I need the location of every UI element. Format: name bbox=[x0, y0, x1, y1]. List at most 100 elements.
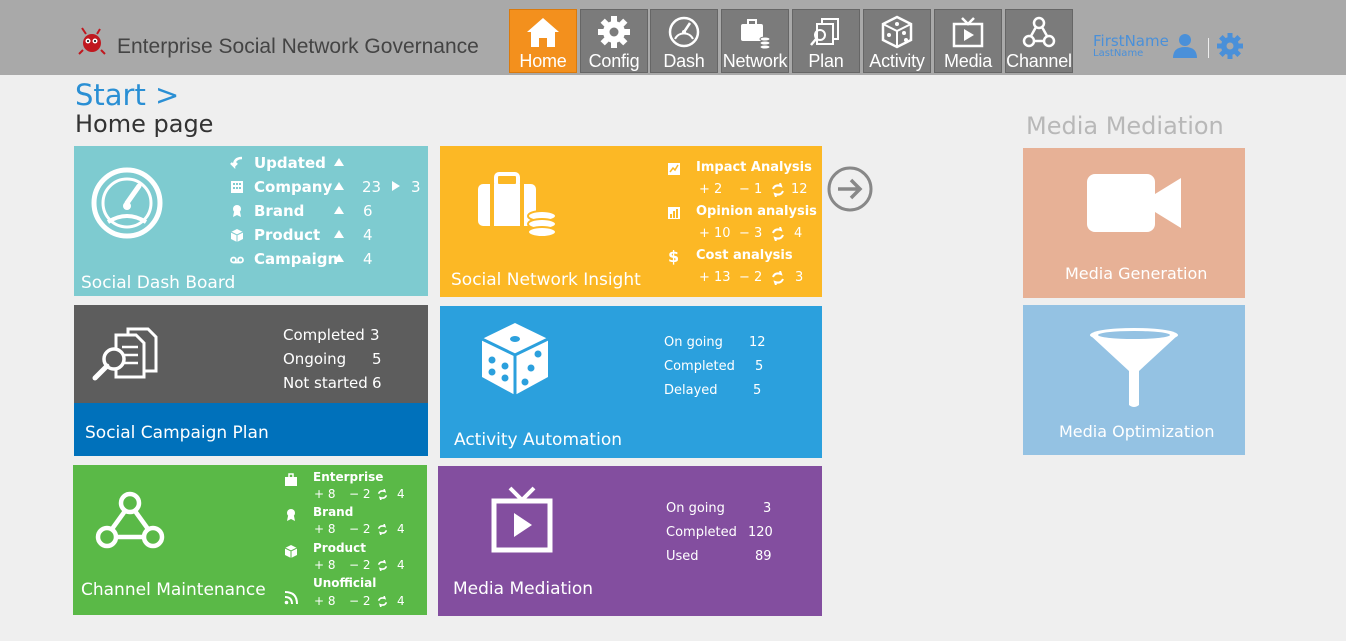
nav-tab-activity[interactable]: Activity bbox=[863, 9, 931, 73]
tile-media-generation[interactable]: Media Generation bbox=[1023, 148, 1245, 298]
bar-chart-icon bbox=[668, 207, 680, 219]
tile-title: Social Campaign Plan bbox=[85, 423, 269, 443]
right-triangle-icon bbox=[392, 181, 400, 191]
section-header-media-mediation: Media Mediation bbox=[1026, 112, 1224, 140]
up-triangle-icon bbox=[334, 230, 344, 238]
channel-product-label: Product bbox=[313, 541, 366, 555]
dice-icon bbox=[881, 15, 913, 49]
settings-gear-icon[interactable] bbox=[1216, 32, 1244, 60]
activity-delayed-value: 5 bbox=[753, 383, 762, 398]
impact-refresh: 12 bbox=[791, 182, 808, 197]
mediation-used-label: Used bbox=[666, 549, 699, 564]
funnel-icon bbox=[1090, 328, 1178, 407]
dash-brand-value: 6 bbox=[363, 202, 373, 220]
channel-product-minus: − 2 bbox=[349, 558, 371, 572]
tile-media-mediation[interactable]: On going 3 Completed 120 Used 89 Media M… bbox=[438, 466, 822, 616]
refresh-icon bbox=[772, 227, 784, 241]
dash-updated-label: Updated bbox=[254, 154, 326, 172]
network-nodes-icon bbox=[95, 491, 165, 549]
activity-ongoing-label: On going bbox=[664, 335, 723, 350]
tv-play-icon bbox=[952, 17, 984, 48]
briefcase-coins-icon bbox=[478, 172, 557, 238]
channel-unofficial-minus: − 2 bbox=[349, 594, 371, 608]
return-arrow-icon bbox=[230, 156, 243, 170]
award-ribbon-icon bbox=[287, 509, 295, 521]
video-camera-icon bbox=[1087, 174, 1181, 232]
documents-search-icon bbox=[92, 327, 158, 381]
tile-activity-automation[interactable]: On going 12 Completed 5 Delayed 5 Activi… bbox=[440, 306, 822, 458]
gear-icon bbox=[598, 16, 630, 48]
channel-brand-refresh: 4 bbox=[397, 522, 405, 536]
tile-media-optimization[interactable]: Media Optimization bbox=[1023, 305, 1245, 455]
opinion-plus: + 10 bbox=[699, 226, 731, 241]
dash-company-value-b: 3 bbox=[411, 178, 421, 196]
award-ribbon-icon bbox=[233, 205, 241, 217]
tile-title: Media Mediation bbox=[453, 579, 594, 599]
nav-tab-config[interactable]: Config bbox=[580, 9, 648, 73]
up-triangle-icon bbox=[334, 182, 344, 190]
mediation-used-value: 89 bbox=[755, 549, 772, 564]
channel-product-plus: + 8 bbox=[314, 558, 336, 572]
tile-title: Media Optimization bbox=[1059, 422, 1215, 441]
opinion-analysis-label: Opinion analysis bbox=[696, 204, 817, 219]
documents-search-icon bbox=[810, 18, 839, 46]
rss-icon bbox=[284, 591, 298, 605]
next-arrow-icon[interactable] bbox=[826, 165, 874, 213]
plan-notstarted-value: 6 bbox=[372, 374, 382, 392]
channel-unofficial-label: Unofficial bbox=[313, 576, 377, 590]
tile-social-network-insight[interactable]: Impact Analysis + 2 − 1 12 Opinion analy… bbox=[440, 146, 822, 297]
tile-title: Channel Maintenance bbox=[81, 580, 266, 600]
plan-completed-label: Completed bbox=[283, 326, 365, 344]
dash-company-value: 23 bbox=[362, 178, 382, 196]
impact-minus: − 1 bbox=[739, 182, 763, 197]
tv-play-icon bbox=[491, 486, 553, 553]
home-icon bbox=[527, 18, 559, 47]
channel-enterprise-plus: + 8 bbox=[314, 487, 336, 501]
box-icon bbox=[230, 229, 244, 242]
breadcrumb-start-link[interactable]: Start > bbox=[75, 78, 179, 112]
tile-social-dash-board[interactable]: Updated Company 23 3 Brand 6 Product 4 C… bbox=[74, 146, 428, 296]
nav-tab-label: Plan bbox=[808, 51, 844, 71]
refresh-icon bbox=[377, 489, 388, 500]
mediation-ongoing-value: 3 bbox=[763, 501, 772, 516]
nav-tab-media[interactable]: Media bbox=[934, 9, 1002, 73]
up-triangle-icon bbox=[334, 254, 344, 262]
channel-enterprise-minus: − 2 bbox=[349, 487, 371, 501]
activity-completed-label: Completed bbox=[664, 359, 735, 374]
nav-tab-network[interactable]: Network bbox=[721, 9, 789, 73]
tile-social-campaign-plan[interactable]: Completed 3 Ongoing 5 Not started 6 Soci… bbox=[74, 305, 428, 456]
nav-tab-home[interactable]: Home bbox=[509, 9, 577, 73]
box-icon bbox=[284, 545, 298, 558]
nav-tab-label: Home bbox=[519, 51, 567, 71]
impact-plus: + 2 bbox=[699, 182, 723, 197]
plan-ongoing-label: Ongoing bbox=[283, 350, 347, 368]
plan-ongoing-value: 5 bbox=[372, 350, 382, 368]
nav-tab-channel[interactable]: Channel bbox=[1005, 9, 1073, 73]
plan-completed-value: 3 bbox=[370, 326, 380, 344]
cost-plus: + 13 bbox=[699, 270, 731, 285]
briefcase-coins-icon bbox=[741, 19, 771, 49]
dollar-icon: $ bbox=[668, 247, 680, 266]
line-chart-icon bbox=[668, 163, 680, 175]
tile-title: Social Dash Board bbox=[81, 273, 236, 293]
nav-tab-dash[interactable]: Dash bbox=[650, 9, 718, 73]
dash-product-value: 4 bbox=[363, 226, 373, 244]
voicemail-icon bbox=[230, 256, 244, 264]
up-triangle-icon bbox=[334, 206, 344, 214]
opinion-refresh: 4 bbox=[794, 226, 803, 241]
refresh-icon bbox=[377, 560, 388, 571]
tile-channel-maintenance[interactable]: Enterprise + 8 − 2 4 Brand + 8 − 2 4 Pro… bbox=[73, 465, 427, 615]
dash-product-label: Product bbox=[254, 226, 321, 244]
user-last-name[interactable]: LastName bbox=[1093, 48, 1143, 59]
user-icon[interactable] bbox=[1172, 32, 1198, 58]
activity-delayed-label: Delayed bbox=[664, 383, 718, 398]
channel-enterprise-label: Enterprise bbox=[313, 470, 384, 484]
nav-tab-plan[interactable]: Plan bbox=[792, 9, 860, 73]
channel-brand-label: Brand bbox=[313, 505, 354, 519]
impact-analysis-label: Impact Analysis bbox=[696, 160, 812, 175]
tile-title: Activity Automation bbox=[454, 430, 622, 450]
up-triangle-icon bbox=[334, 158, 344, 166]
tile-title: Media Generation bbox=[1065, 264, 1208, 283]
nav-tab-label: Dash bbox=[663, 51, 705, 71]
channel-unofficial-plus: + 8 bbox=[314, 594, 336, 608]
